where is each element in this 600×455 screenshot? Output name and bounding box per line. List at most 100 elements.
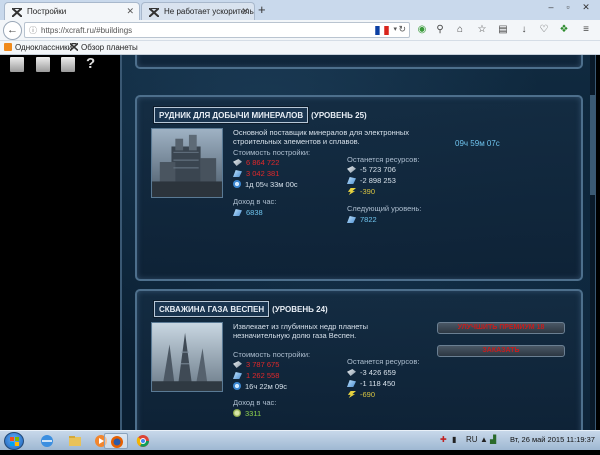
remaining-crystal: -1 118 450 bbox=[347, 379, 395, 388]
crystal-icon bbox=[347, 177, 356, 184]
search-icon[interactable]: ⚲ bbox=[434, 24, 446, 35]
income-value: 3311 bbox=[233, 409, 261, 418]
crystal-icon bbox=[347, 380, 356, 387]
tray-signal-icon[interactable]: ▟ bbox=[490, 435, 496, 444]
next-level-label: Следующий уровень: bbox=[347, 204, 422, 213]
remaining-metal: -3 426 659 bbox=[347, 368, 396, 377]
cost-crystal: 1 262 558 bbox=[233, 371, 279, 380]
mineral-mine-image[interactable] bbox=[151, 128, 223, 198]
remaining-metal-value: -3 426 659 bbox=[360, 368, 396, 377]
quick-menu-icon-3[interactable] bbox=[61, 57, 75, 72]
cost-time: 1д 05ч 33м 00с bbox=[233, 180, 298, 189]
bookmark-label: Обзор планеты bbox=[81, 43, 138, 52]
help-icon[interactable]: ? bbox=[86, 55, 95, 72]
upgrade-premium-button[interactable]: УЛУЧШИТЬ ПРЕМИУМ 18 bbox=[437, 322, 565, 334]
income-value: 6838 bbox=[233, 208, 263, 217]
cost-label: Стоимость постройки: bbox=[233, 148, 311, 157]
tab-title: Постройки bbox=[27, 7, 67, 16]
library-icon[interactable]: ▤ bbox=[497, 24, 509, 35]
buildings-content: РУДНИК ДЛЯ ДОБЫЧИ МИНЕРАЛОВ (УРОВЕНЬ 25) … bbox=[120, 55, 596, 430]
bookmark-star-icon[interactable]: ☆ bbox=[476, 24, 488, 35]
cost-label: Стоимость постройки: bbox=[233, 350, 311, 359]
chrome-taskbar-icon[interactable] bbox=[130, 433, 156, 449]
download-green-icon[interactable]: ◉ bbox=[416, 24, 428, 35]
pocket-icon[interactable]: ♡ bbox=[538, 24, 550, 35]
info-icon[interactable]: ⓘ bbox=[29, 25, 37, 36]
bookmark-planet-overview[interactable]: Обзор планеты bbox=[70, 43, 138, 52]
explorer-taskbar-icon[interactable] bbox=[62, 433, 88, 449]
maximize-button[interactable]: ▫ bbox=[561, 1, 575, 14]
bookmark-odnoklassniki[interactable]: Одноклассники bbox=[4, 43, 72, 52]
remaining-crystal-value: -2 898 253 bbox=[360, 176, 396, 185]
close-tab-icon[interactable]: ✕ bbox=[241, 6, 249, 17]
previous-building-block bbox=[135, 55, 583, 69]
cost-metal-value: 6 864 722 bbox=[246, 158, 280, 167]
remaining-energy-value: -390 bbox=[360, 187, 376, 196]
crystal-icon bbox=[347, 216, 356, 223]
url-text: https://xcraft.ru/#buildings bbox=[41, 26, 133, 35]
gas-icon bbox=[233, 409, 241, 417]
reload-icon[interactable]: ↻ bbox=[398, 24, 406, 35]
order-button[interactable]: ЗАКАЗАТЬ bbox=[437, 345, 565, 357]
income-label: Доход в час: bbox=[233, 398, 277, 407]
crystal-icon bbox=[233, 372, 242, 379]
system-clock[interactable]: Вт, 26 май 2015 11:19:37 bbox=[510, 435, 595, 444]
building-level: (УРОВЕНЬ 24) bbox=[272, 305, 328, 314]
downloads-icon[interactable]: ↓ bbox=[518, 24, 530, 35]
green-addon-icon[interactable]: ❖ bbox=[558, 24, 570, 35]
remaining-label: Останется ресурсов: bbox=[347, 155, 420, 164]
game-page: ? РУДНИК ДЛЯ ДОБЫЧИ МИНЕРАЛОВ (УРОВЕНЬ 25… bbox=[0, 55, 600, 430]
minimize-button[interactable]: – bbox=[544, 1, 558, 14]
remaining-label: Останется ресурсов: bbox=[347, 357, 420, 366]
windows-taskbar: ✚ ▮ RU ▲ ▟ Вт, 26 май 2015 11:19:37 bbox=[0, 430, 600, 450]
scrollbar-thumb[interactable] bbox=[590, 95, 595, 195]
ie-taskbar-icon[interactable] bbox=[34, 433, 60, 449]
firefox-taskbar-icon[interactable] bbox=[104, 433, 128, 449]
tray-up-arrow-icon[interactable]: ▲ bbox=[480, 435, 488, 444]
back-button[interactable]: ← bbox=[3, 21, 22, 40]
cost-time-value: 16ч 22м 09с bbox=[245, 382, 288, 391]
odnoklassniki-icon bbox=[4, 43, 12, 51]
vespene-well-image[interactable] bbox=[151, 322, 223, 392]
menu-icon[interactable]: ≡ bbox=[580, 24, 592, 35]
close-window-button[interactable]: ✕ bbox=[579, 1, 593, 14]
metal-icon bbox=[347, 166, 356, 173]
remaining-energy-value: -690 bbox=[360, 390, 376, 399]
url-bar[interactable]: ⓘ https://xcraft.ru/#buildings ▾ ↻ bbox=[24, 22, 410, 38]
tray-network-icon[interactable]: ▮ bbox=[452, 435, 456, 444]
cost-metal: 6 864 722 bbox=[233, 158, 279, 167]
start-button[interactable] bbox=[4, 432, 24, 450]
navigation-bar: ← ⓘ https://xcraft.ru/#buildings ▾ ↻ ◉ ⚲… bbox=[0, 20, 600, 41]
tray-flag-icon[interactable]: ✚ bbox=[440, 435, 447, 444]
cost-metal-value: 3 787 675 bbox=[246, 360, 280, 369]
tab-buildings[interactable]: Постройки ✕ bbox=[4, 2, 140, 20]
xcraft-icon bbox=[12, 8, 22, 17]
home-icon[interactable]: ⌂ bbox=[454, 24, 466, 35]
quick-menu-icon-2[interactable] bbox=[36, 57, 50, 72]
building-description: Основной поставщик минералов для электро… bbox=[233, 128, 410, 146]
remaining-crystal-value: -1 118 450 bbox=[360, 379, 396, 388]
cost-time: 16ч 22м 09с bbox=[233, 382, 287, 391]
income-label: Доход в час: bbox=[233, 197, 277, 206]
building-name[interactable]: РУДНИК ДЛЯ ДОБЫЧИ МИНЕРАЛОВ bbox=[154, 107, 309, 123]
clock-icon bbox=[233, 180, 241, 188]
tray-language[interactable]: RU bbox=[466, 435, 478, 444]
tab-forum[interactable]: Не работает ускоритель ... ✕ bbox=[141, 2, 255, 20]
new-tab-button[interactable]: + bbox=[258, 2, 266, 17]
crystal-icon bbox=[233, 170, 242, 177]
next-level-value: 7822 bbox=[347, 215, 377, 224]
building-name[interactable]: СКВАЖИНА ГАЗА ВЕСПЕН bbox=[154, 301, 270, 317]
quick-menu-icon-1[interactable] bbox=[10, 57, 24, 72]
income-number: 6838 bbox=[246, 208, 263, 217]
dropdown-arrow-icon[interactable]: ▾ bbox=[393, 25, 397, 33]
building-card-vespene-gas: СКВАЖИНА ГАЗА ВЕСПЕН (УРОВЕНЬ 24) Извлека… bbox=[135, 289, 583, 430]
france-flag-icon bbox=[375, 26, 389, 35]
crystal-icon bbox=[233, 209, 242, 216]
cost-time-value: 1д 05ч 33м 00с bbox=[245, 180, 298, 189]
close-tab-icon[interactable]: ✕ bbox=[126, 6, 134, 17]
income-number: 3311 bbox=[245, 409, 262, 418]
building-level: (УРОВЕНЬ 25) bbox=[311, 111, 367, 120]
energy-icon bbox=[347, 188, 356, 195]
remaining-metal: -5 723 706 bbox=[347, 165, 396, 174]
building-title: СКВАЖИНА ГАЗА ВЕСПЕН (УРОВЕНЬ 24) bbox=[154, 301, 328, 319]
